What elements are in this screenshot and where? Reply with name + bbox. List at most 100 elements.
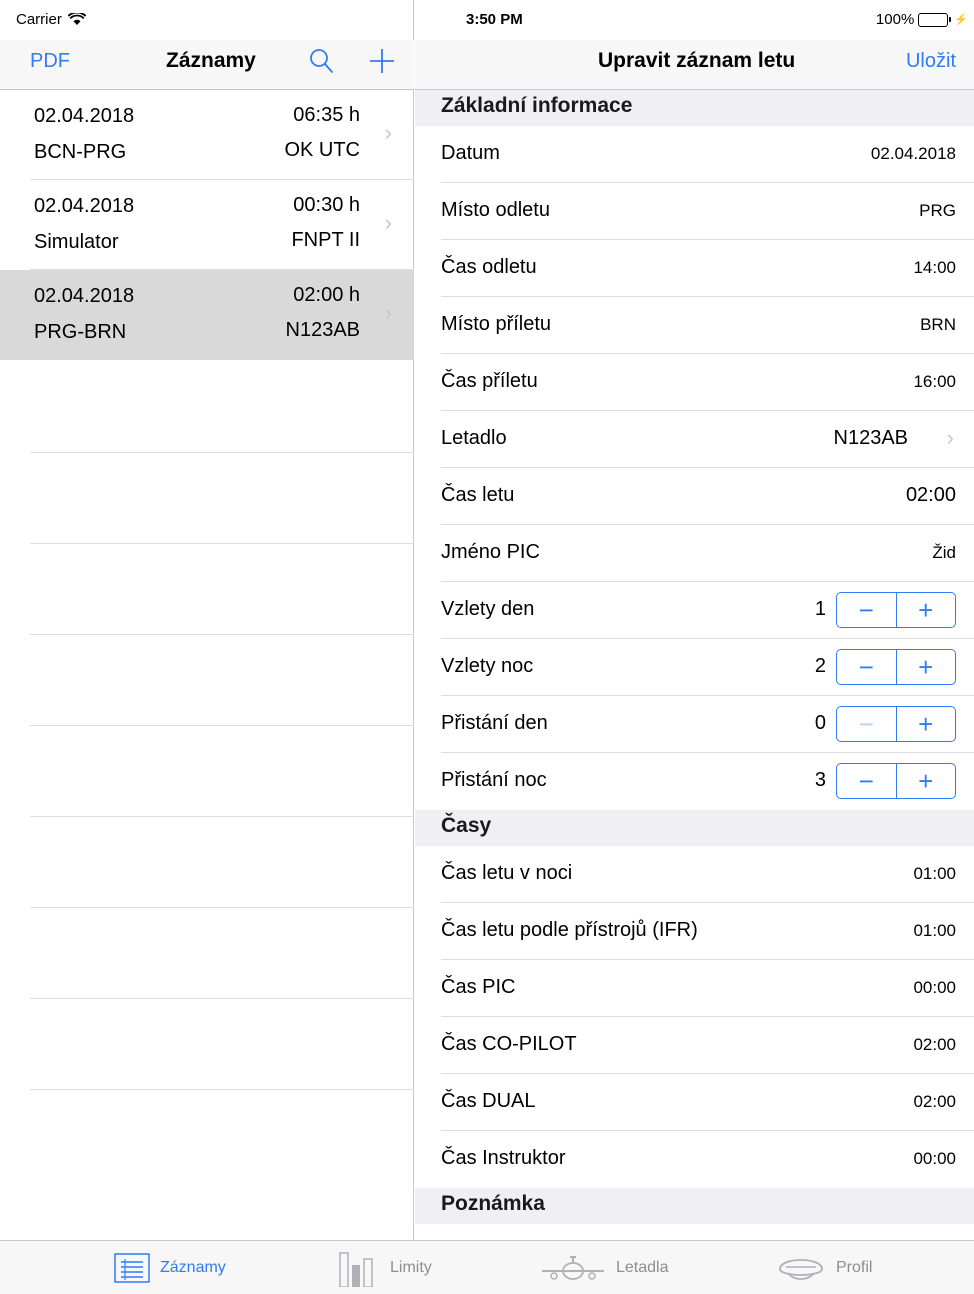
- flight-list: 02.04.2018 BCN-PRG 06:35 h OK UTC › 02.0…: [0, 90, 414, 360]
- row-route: Simulator: [34, 231, 119, 253]
- decrement-button[interactable]: −: [837, 707, 896, 741]
- field-count: 3: [814, 769, 826, 791]
- field-value: 01:00: [913, 864, 956, 883]
- detail-pane: Upravit záznam letu Uložit Základní info…: [415, 0, 974, 1240]
- field-label: Vzlety den: [441, 598, 535, 620]
- decrement-button[interactable]: −: [837, 764, 896, 798]
- section-basic-info: Datum 02.04.2018 Místo odletu PRG Čas od…: [415, 126, 974, 810]
- row-duration: 06:35 h: [293, 104, 360, 126]
- field-value: 00:00: [913, 1149, 956, 1168]
- field-value: 16:00: [913, 372, 956, 391]
- charging-icon: ⚡: [954, 14, 968, 26]
- field-flight-time[interactable]: Čas letu 02:00: [441, 468, 974, 525]
- field-copilot-time[interactable]: Čas CO-PILOT 02:00: [441, 1017, 974, 1074]
- field-dual-time[interactable]: Čas DUAL 02:00: [441, 1074, 974, 1131]
- landings-day-stepper: − +: [836, 706, 956, 742]
- row-date: 02.04.2018: [34, 195, 135, 217]
- field-value: Žid: [932, 543, 956, 562]
- list-item[interactable]: 02.04.2018 Simulator 00:30 h FNPT II ›: [30, 180, 414, 270]
- field-label: Čas letu podle přístrojů (IFR): [441, 919, 698, 941]
- field-value: 02:00: [905, 484, 956, 506]
- field-label: Čas CO-PILOT: [441, 1033, 577, 1055]
- section-header: Poznámka: [415, 1188, 974, 1224]
- increment-button[interactable]: +: [895, 707, 956, 741]
- field-value: 02:00: [913, 1035, 956, 1054]
- field-label: Místo odletu: [441, 199, 550, 221]
- tab-profile[interactable]: Profil: [776, 1241, 872, 1294]
- field-takeoffs-day: Vzlety den 1 − +: [441, 582, 974, 639]
- takeoffs-night-stepper: − +: [836, 649, 956, 685]
- list-item[interactable]: 02.04.2018 BCN-PRG 06:35 h OK UTC ›: [30, 90, 414, 180]
- takeoffs-day-stepper: − +: [836, 592, 956, 628]
- tab-limits[interactable]: Limity: [338, 1241, 432, 1294]
- field-aircraft[interactable]: Letadlo N123AB ›: [441, 411, 974, 468]
- field-label: Přistání noc: [441, 769, 547, 791]
- section-times: Čas letu v noci 01:00 Čas letu podle pří…: [415, 846, 974, 1188]
- chevron-right-icon: ›: [384, 120, 392, 145]
- field-value: 02:00: [913, 1092, 956, 1111]
- detail-title: Upravit záznam letu: [598, 49, 796, 72]
- list-icon: [114, 1253, 150, 1283]
- chevron-right-icon: ›: [384, 210, 392, 235]
- field-instructor-time[interactable]: Čas Instruktor 00:00: [441, 1131, 974, 1188]
- save-button[interactable]: Uložit: [906, 50, 956, 73]
- field-count: 0: [814, 712, 826, 734]
- increment-button[interactable]: +: [895, 593, 956, 627]
- chevron-right-icon: ›: [946, 425, 954, 450]
- field-value: 01:00: [913, 921, 956, 940]
- field-ifr-time[interactable]: Čas letu podle přístrojů (IFR) 01:00: [441, 903, 974, 960]
- field-value: N123AB: [833, 427, 909, 449]
- increment-button[interactable]: +: [895, 650, 956, 684]
- empty-list-rows: [30, 362, 414, 1090]
- pilot-cap-icon: [779, 1259, 823, 1280]
- list-item-selected[interactable]: 02.04.2018 PRG-BRN 02:00 h N123AB ›: [0, 270, 414, 360]
- field-pic-name[interactable]: Jméno PIC Žid: [441, 525, 974, 582]
- field-value: 02.04.2018: [870, 144, 956, 163]
- increment-button[interactable]: +: [895, 764, 956, 798]
- pdf-button[interactable]: PDF: [30, 50, 70, 73]
- master-navbar: PDF Záznamy: [0, 40, 414, 90]
- tab-records[interactable]: Záznamy: [114, 1241, 226, 1294]
- field-value: 14:00: [913, 258, 956, 277]
- field-takeoffs-night: Vzlety noc 2 − +: [441, 639, 974, 696]
- battery-percent: 100%: [875, 11, 915, 28]
- section-header: Základní informace: [415, 90, 974, 126]
- status-bar: Carrier 3:50 PM 100% ⚡: [0, 0, 974, 40]
- field-night-time[interactable]: Čas letu v noci 01:00: [441, 846, 974, 903]
- field-arrival-time[interactable]: Čas příletu 16:00: [441, 354, 974, 411]
- master-pane: PDF Záznamy 02.04.2018 BCN-PRG 06:35 h O…: [0, 0, 414, 1240]
- decrement-button[interactable]: −: [837, 593, 896, 627]
- airplane-icon: [542, 1256, 604, 1280]
- decrement-button[interactable]: −: [837, 650, 896, 684]
- search-icon[interactable]: [308, 46, 336, 82]
- edit-form: Základní informace Datum 02.04.2018 Míst…: [415, 90, 974, 1224]
- carrier-info: Carrier: [16, 11, 86, 28]
- row-route: PRG-BRN: [34, 321, 127, 343]
- field-label: Čas příletu: [441, 370, 538, 392]
- field-date[interactable]: Datum 02.04.2018: [441, 126, 974, 183]
- field-pic-time[interactable]: Čas PIC 00:00: [441, 960, 974, 1017]
- field-value: PRG: [919, 201, 956, 220]
- field-landings-day: Přistání den 0 − +: [441, 696, 974, 753]
- row-duration: 00:30 h: [293, 194, 360, 216]
- field-label: Čas letu v noci: [441, 862, 573, 884]
- field-label: Čas PIC: [441, 976, 516, 998]
- field-landings-night: Přistání noc 3 − +: [441, 753, 974, 810]
- field-departure-time[interactable]: Čas odletu 14:00: [441, 240, 974, 297]
- bar-chart-icon: [339, 1252, 373, 1287]
- row-duration: 02:00 h: [293, 284, 360, 306]
- field-label: Čas odletu: [441, 256, 537, 278]
- chevron-right-icon: ›: [384, 300, 392, 325]
- field-label: Čas letu: [441, 484, 515, 506]
- row-date: 02.04.2018: [34, 105, 135, 127]
- tab-label: Limity: [390, 1259, 432, 1276]
- field-label: Čas Instruktor: [441, 1147, 566, 1169]
- field-arrival-place[interactable]: Místo příletu BRN: [441, 297, 974, 354]
- section-header: Časy: [415, 810, 974, 846]
- field-label: Čas DUAL: [441, 1090, 536, 1112]
- tab-aircraft[interactable]: Letadla: [540, 1241, 669, 1294]
- add-icon[interactable]: [368, 43, 396, 83]
- field-departure-place[interactable]: Místo odletu PRG: [441, 183, 974, 240]
- battery-info: 100% ⚡: [876, 11, 968, 28]
- row-extra: N123AB: [285, 319, 361, 341]
